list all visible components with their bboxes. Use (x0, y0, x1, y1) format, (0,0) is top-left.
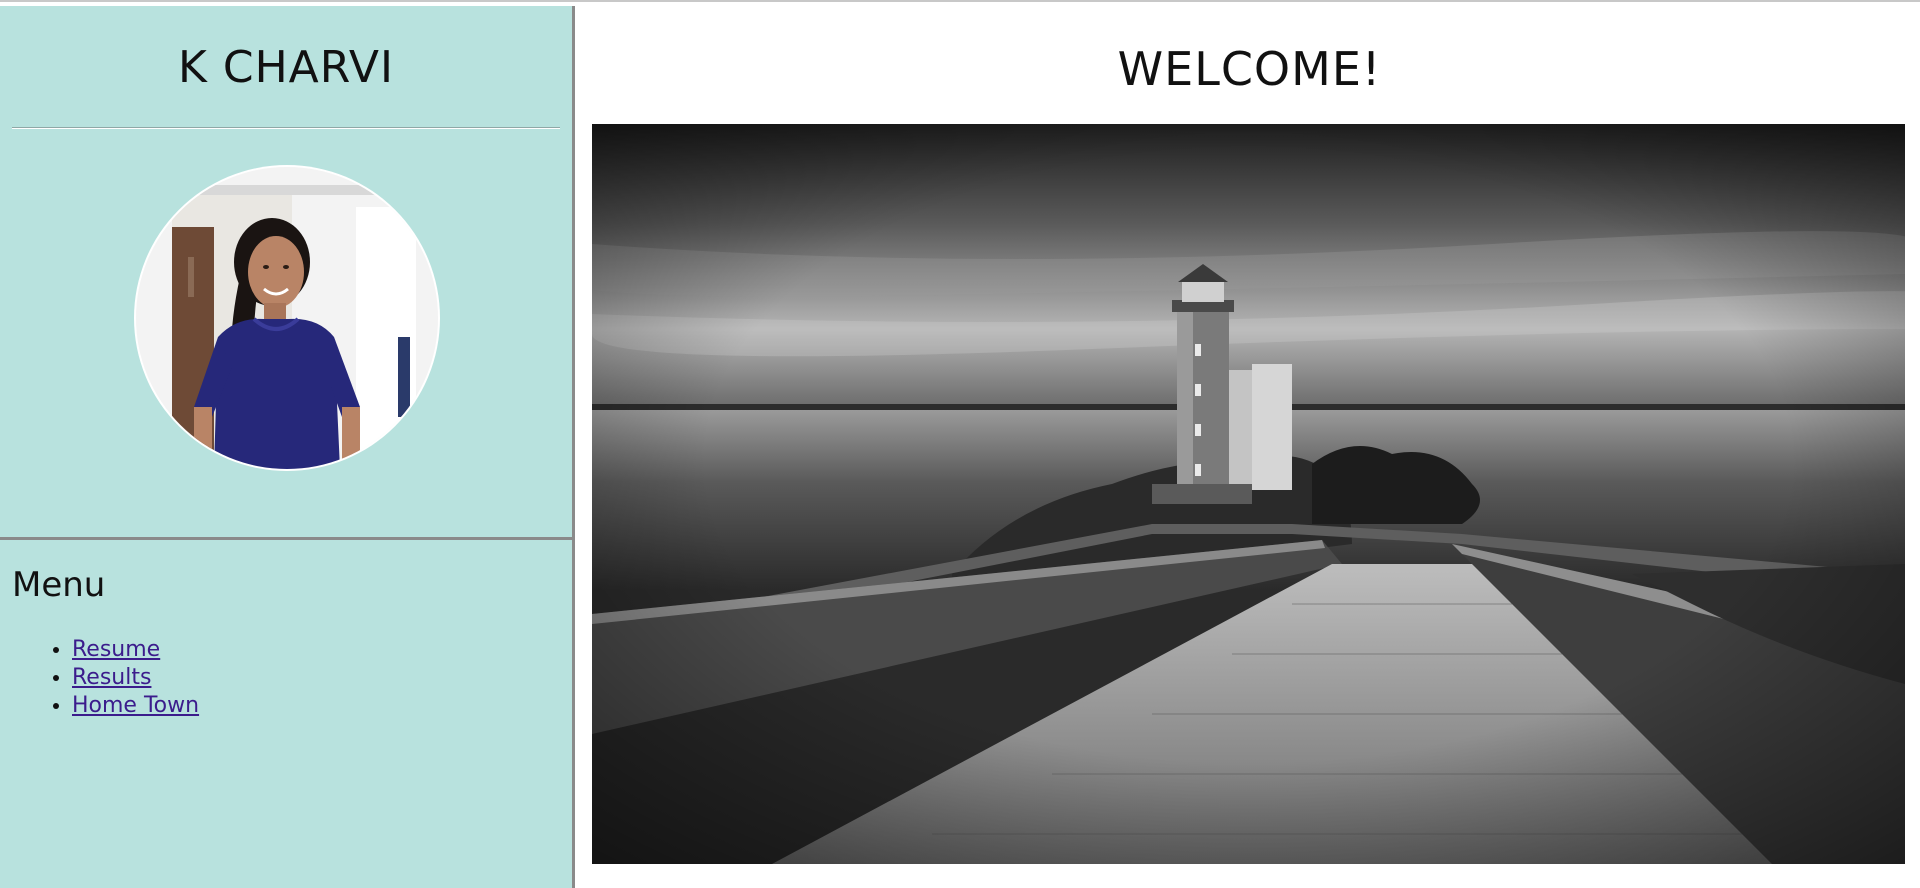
list-item: Resume (72, 636, 199, 664)
lighthouse-photo (592, 124, 1905, 864)
menu-title: Menu (12, 565, 106, 605)
page: K CHARVI Menu • Resume • Results • Home … (0, 0, 1920, 888)
list-item: Home Town (72, 692, 199, 720)
menu-list: Resume Results Home Town (12, 636, 199, 720)
resume-link[interactable]: Resume (72, 637, 160, 662)
avatar (136, 167, 438, 469)
profile-divider (12, 127, 560, 129)
home-town-link[interactable]: Home Town (72, 693, 199, 718)
results-link[interactable]: Results (72, 665, 151, 690)
hero-image (592, 124, 1905, 864)
profile-photo (136, 167, 438, 469)
menu-frame: Menu Resume Results Home Town (0, 540, 575, 888)
profile-name: K CHARVI (178, 42, 394, 93)
profile-frame: K CHARVI (0, 6, 575, 537)
main-frame: WELCOME! (579, 6, 1920, 888)
list-item: Results (72, 664, 199, 692)
welcome-heading: WELCOME! (1117, 42, 1382, 96)
